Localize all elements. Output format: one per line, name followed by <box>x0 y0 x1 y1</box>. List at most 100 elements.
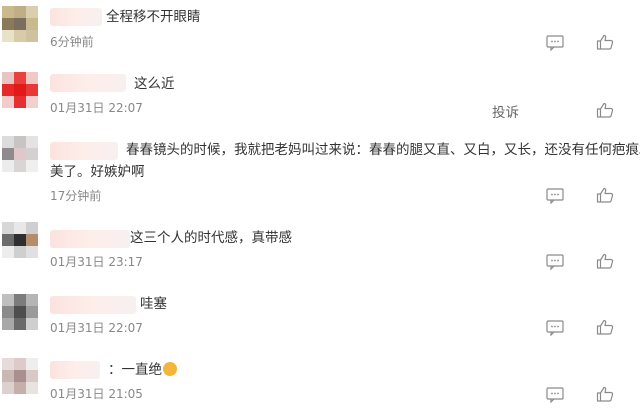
avatar[interactable] <box>2 294 38 330</box>
comment-time: 6分钟前 <box>50 35 94 49</box>
avatar-mosaic-cell <box>26 136 38 148</box>
avatar-mosaic-cell <box>2 96 14 108</box>
avatar-mosaic-cell <box>2 294 14 306</box>
reply-icon[interactable] <box>546 188 564 204</box>
comment-text: ：一直绝 <box>108 359 626 381</box>
like-icon[interactable] <box>596 386 614 402</box>
comment-time: 01月31日 21:05 <box>50 387 143 401</box>
avatar-mosaic-cell <box>14 318 26 330</box>
avatar-mosaic-cell <box>14 84 26 96</box>
avatar-mosaic-cell <box>2 234 14 246</box>
avatar-mosaic-cell <box>14 294 26 306</box>
avatar-mosaic-cell <box>2 318 14 330</box>
comment-item: 哇塞 01月31日 22:07 <box>0 288 640 344</box>
username-blurred[interactable] <box>50 74 126 92</box>
avatar-mosaic-cell <box>2 306 14 318</box>
avatar[interactable] <box>2 136 38 172</box>
avatar-mosaic-cell <box>14 148 26 160</box>
avatar-mosaic-cell <box>14 96 26 108</box>
username-blurred[interactable] <box>50 230 130 248</box>
avatar-mosaic-cell <box>14 358 26 370</box>
reply-icon[interactable] <box>546 35 564 51</box>
avatar-mosaic-cell <box>2 160 14 172</box>
avatar-mosaic-cell <box>26 148 38 160</box>
avatar-mosaic-cell <box>26 84 38 96</box>
comment-text-body: ： <box>108 362 122 378</box>
avatar[interactable] <box>2 222 38 258</box>
like-icon[interactable] <box>596 102 614 118</box>
comment-text: 哇塞 <box>140 296 167 312</box>
like-icon[interactable] <box>596 253 614 269</box>
username-blurred[interactable] <box>50 296 136 314</box>
avatar-mosaic-cell <box>2 222 14 234</box>
username-blurred[interactable] <box>50 8 102 26</box>
clap-emoji-icon <box>163 362 177 376</box>
avatar-mosaic-cell <box>26 358 38 370</box>
avatar-mosaic-cell <box>14 234 26 246</box>
avatar-mosaic-cell <box>2 382 14 394</box>
avatar-mosaic-cell <box>26 160 38 172</box>
comment-time: 17分钟前 <box>50 189 102 203</box>
like-icon[interactable] <box>596 319 614 335</box>
avatar-mosaic-cell <box>14 222 26 234</box>
avatar-mosaic-cell <box>26 234 38 246</box>
avatar-mosaic-cell <box>2 18 14 30</box>
comment-text: 这三个人的时代感，真带感 <box>130 230 292 246</box>
avatar-mosaic-cell <box>26 222 38 234</box>
avatar-mosaic-cell <box>26 246 38 258</box>
avatar-mosaic-cell <box>26 294 38 306</box>
avatar-mosaic-cell <box>2 84 14 96</box>
comment-item: 这三个人的时代感，真带感 01月31日 23:17 <box>0 220 640 280</box>
comment-time: 01月31日 23:17 <box>50 255 143 269</box>
comment-time: 01月31日 22:07 <box>50 101 143 115</box>
username-blurred[interactable] <box>50 361 100 379</box>
avatar[interactable] <box>2 72 38 108</box>
avatar-mosaic-cell <box>26 30 38 42</box>
avatar-mosaic-cell <box>14 72 26 84</box>
comment-item: 全程移不开眼睛 6分钟前 <box>0 0 640 60</box>
avatar-mosaic-cell <box>14 18 26 30</box>
avatar-mosaic-cell <box>2 6 14 18</box>
reply-icon[interactable] <box>546 320 564 336</box>
avatar-mosaic-cell <box>14 160 26 172</box>
avatar-mosaic-cell <box>14 370 26 382</box>
avatar-mosaic-cell <box>2 370 14 382</box>
avatar-mosaic-cell <box>2 246 14 258</box>
comment-item: 春春镜头的时候，我就把老妈叫过来说：春春的腿又直、又白，又长，还没有任何疤痕。很… <box>0 132 640 214</box>
comment-item: ：一直绝 01月31日 21:05 <box>0 352 640 411</box>
avatar-mosaic-cell <box>2 30 14 42</box>
comment-text-continued: 美了。好嫉妒啊 <box>50 164 145 180</box>
avatar-mosaic-cell <box>2 72 14 84</box>
avatar-mosaic-cell <box>26 370 38 382</box>
like-icon[interactable] <box>596 187 614 203</box>
avatar-mosaic-cell <box>14 136 26 148</box>
avatar-mosaic-cell <box>2 148 14 160</box>
comment-item: 这么近 01月31日 22:07 投诉 <box>0 68 640 126</box>
username-blurred[interactable] <box>50 142 118 160</box>
reply-icon[interactable] <box>546 387 564 403</box>
comment-text: 全程移不开眼睛 <box>106 9 201 25</box>
like-icon[interactable] <box>596 34 614 50</box>
reply-icon[interactable] <box>546 254 564 270</box>
avatar[interactable] <box>2 6 38 42</box>
avatar-mosaic-cell <box>14 306 26 318</box>
avatar-mosaic-cell <box>14 6 26 18</box>
comment-text: 这么近 <box>134 76 175 92</box>
avatar-mosaic-cell <box>14 30 26 42</box>
avatar-mosaic-cell <box>2 136 14 148</box>
avatar-mosaic-cell <box>26 72 38 84</box>
avatar[interactable] <box>2 358 38 394</box>
avatar-mosaic-cell <box>26 306 38 318</box>
avatar-mosaic-cell <box>26 6 38 18</box>
report-button[interactable]: 投诉 <box>492 101 519 121</box>
comment-time: 01月31日 22:07 <box>50 321 143 335</box>
avatar-mosaic-cell <box>26 18 38 30</box>
comment-text-body: 一直绝 <box>121 362 163 378</box>
avatar-mosaic-cell <box>26 318 38 330</box>
avatar-mosaic-cell <box>26 96 38 108</box>
avatar-mosaic-cell <box>26 382 38 394</box>
avatar-mosaic-cell <box>14 246 26 258</box>
comment-text: 春春镜头的时候，我就把老妈叫过来说：春春的腿又直、又白，又长，还没有任何疤痕。很 <box>126 142 640 158</box>
avatar-mosaic-cell <box>14 382 26 394</box>
avatar-mosaic-cell <box>2 358 14 370</box>
